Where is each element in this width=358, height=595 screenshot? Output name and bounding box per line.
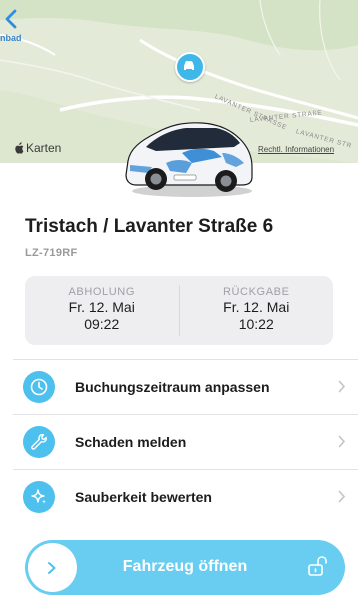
report-damage-label: Schaden melden — [75, 434, 187, 450]
vehicle-image — [125, 122, 253, 197]
pickup-column: ABHOLUNG Fr. 12. Mai 09:22 — [25, 276, 179, 345]
wrench-icon — [23, 426, 55, 458]
back-button[interactable] — [4, 8, 24, 30]
booking-period-card: ABHOLUNG Fr. 12. Mai 09:22 RÜCKGABE Fr. … — [25, 276, 333, 345]
chevron-left-icon — [5, 9, 17, 29]
unlock-icon — [308, 556, 327, 576]
legal-info-link[interactable]: Rechtl. Informationen — [258, 145, 334, 154]
chevron-right-icon — [338, 490, 346, 503]
chevron-right-icon — [338, 435, 346, 448]
adjust-booking-label: Buchungszeitraum anpassen — [75, 379, 270, 395]
report-damage-button[interactable]: Schaden melden — [13, 414, 358, 469]
license-plate: LZ-719RF — [25, 247, 78, 259]
return-time: 10:22 — [238, 316, 274, 332]
maps-brand-label: Karten — [26, 141, 62, 155]
return-column: RÜCKGABE Fr. 12. Mai 10:22 — [180, 276, 334, 345]
pickup-label: ABHOLUNG — [68, 286, 136, 298]
open-vehicle-label: Fahrzeug öffnen — [122, 558, 248, 575]
car-location-pin[interactable] — [175, 52, 205, 82]
map-place-label: nbad — [0, 33, 22, 43]
open-vehicle-slider[interactable]: Fahrzeug öffnen — [25, 540, 345, 595]
pickup-time: 09:22 — [84, 316, 120, 332]
clock-icon — [23, 371, 55, 403]
return-date: Fr. 12. Mai — [223, 299, 290, 315]
vehicle-location-title: Tristach / Lavanter Straße 6 — [25, 216, 274, 237]
rate-cleanliness-label: Sauberkeit bewerten — [75, 489, 212, 505]
return-label: RÜCKGABE — [222, 286, 290, 298]
action-list: Buchungszeitraum anpassen Schaden melden… — [13, 359, 358, 524]
sparkle-icon — [23, 481, 55, 513]
rate-cleanliness-button[interactable]: Sauberkeit bewerten — [13, 469, 358, 524]
chevron-right-icon — [338, 380, 346, 393]
adjust-booking-button[interactable]: Buchungszeitraum anpassen — [13, 359, 358, 414]
apple-logo-icon — [15, 142, 24, 154]
car-icon — [184, 61, 194, 70]
maps-brand: Karten — [14, 141, 61, 155]
pickup-date: Fr. 12. Mai — [68, 299, 135, 315]
